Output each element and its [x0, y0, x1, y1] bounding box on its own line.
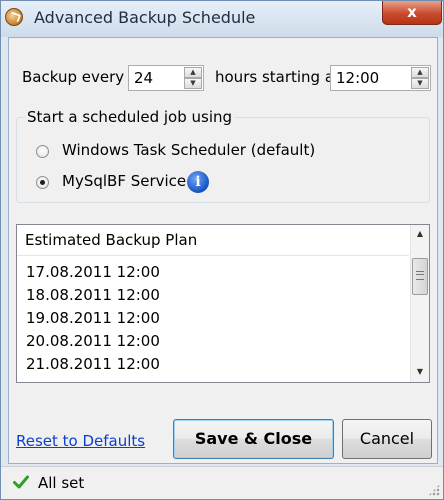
task-scheduler-label[interactable]: Windows Task Scheduler (default) — [62, 141, 315, 159]
list-item[interactable]: 21.08.2011 12:00 — [26, 353, 160, 375]
time-down-arrow-icon[interactable]: ▼ — [411, 78, 429, 89]
hours-down-arrow-icon[interactable]: ▼ — [184, 78, 202, 89]
resize-grip-icon[interactable] — [428, 484, 440, 496]
check-icon — [13, 475, 29, 489]
dialog-window: Advanced Backup Schedule x Backup every … — [0, 0, 444, 500]
job-type-group: Start a scheduled job using Windows Task… — [16, 108, 430, 203]
scroll-down-arrow-icon[interactable]: ▼ — [413, 365, 427, 379]
list-column-header[interactable]: Estimated Backup Plan — [17, 225, 409, 256]
hours-stepper[interactable]: 24 ▲ ▼ — [128, 65, 204, 91]
scroll-up-arrow-icon[interactable]: ▲ — [413, 227, 427, 241]
save-close-button[interactable]: Save & Close — [173, 419, 334, 459]
list-item[interactable]: 18.08.2011 12:00 — [26, 284, 160, 306]
cancel-button[interactable]: Cancel — [342, 419, 432, 459]
info-icon[interactable]: i — [187, 171, 209, 193]
status-bar: All set — [1, 466, 443, 499]
scroll-thumb[interactable] — [412, 258, 428, 295]
start-time-value[interactable]: 12:00 — [336, 69, 379, 87]
list-item[interactable]: 20.08.2011 12:00 — [26, 330, 160, 352]
close-button[interactable]: x — [382, 1, 442, 25]
vertical-scrollbar[interactable]: ▲ ▼ — [410, 225, 429, 382]
list-item[interactable]: 17.08.2011 12:00 — [26, 261, 160, 283]
hours-up-arrow-icon[interactable]: ▲ — [184, 67, 202, 78]
group-title: Start a scheduled job using — [25, 108, 235, 126]
app-icon — [5, 8, 23, 26]
window-title: Advanced Backup Schedule — [34, 8, 256, 27]
reset-defaults-link[interactable]: Reset to Defaults — [16, 432, 145, 450]
radio-mysqlbf-service[interactable] — [36, 176, 49, 189]
title-bar[interactable]: Advanced Backup Schedule x — [1, 1, 443, 37]
time-up-arrow-icon[interactable]: ▲ — [411, 67, 429, 78]
start-time-picker[interactable]: 12:00 ▲ ▼ — [330, 65, 431, 91]
mysqlbf-service-label[interactable]: MySqlBF Service — [62, 172, 186, 190]
time-spin-buttons[interactable]: ▲ ▼ — [411, 67, 429, 89]
dialog-body: Backup every 24 ▲ ▼ hours starting at 12… — [8, 37, 438, 464]
hours-value[interactable]: 24 — [134, 69, 153, 87]
hours-starting-label: hours starting at — [215, 68, 340, 86]
backup-every-label: Backup every — [22, 68, 125, 86]
radio-task-scheduler[interactable] — [36, 145, 49, 158]
backup-plan-list[interactable]: Estimated Backup Plan 17.08.2011 12:00 1… — [16, 224, 430, 383]
hours-spin-buttons[interactable]: ▲ ▼ — [184, 67, 202, 89]
list-item[interactable]: 19.08.2011 12:00 — [26, 307, 160, 329]
status-text: All set — [38, 474, 85, 492]
list-header-label: Estimated Backup Plan — [25, 231, 198, 249]
